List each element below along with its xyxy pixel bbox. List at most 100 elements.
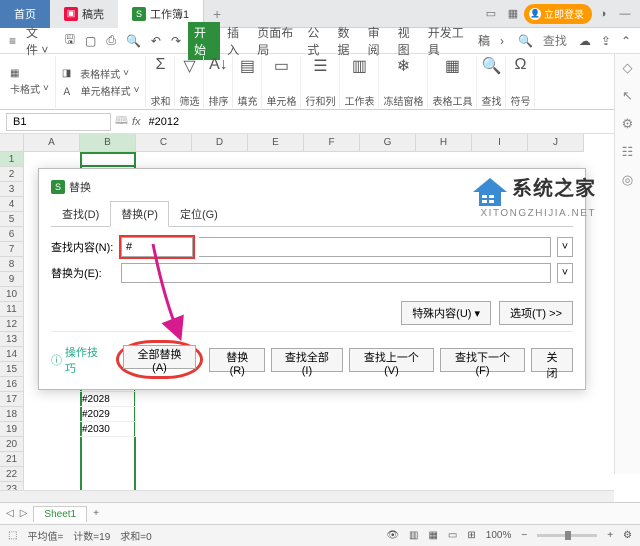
col-header-D[interactable]: D bbox=[192, 134, 248, 152]
formula-input[interactable] bbox=[145, 116, 634, 128]
row-header[interactable]: 19 bbox=[0, 422, 24, 437]
tb-save-icon[interactable]: 🖫 bbox=[62, 28, 78, 53]
rowcol-group[interactable]: ☰行和列 bbox=[301, 56, 340, 108]
view-normal-icon[interactable]: ▦ bbox=[428, 530, 437, 541]
row-header[interactable]: 12 bbox=[0, 317, 24, 332]
sheet-nav-next-icon[interactable]: ▷ bbox=[20, 508, 28, 519]
row-header[interactable]: 1 bbox=[0, 152, 24, 167]
sheet-add-icon[interactable]: + bbox=[93, 508, 99, 519]
sheet-tab[interactable]: Sheet1 bbox=[33, 506, 87, 522]
find-next-button[interactable]: 查找下一个(F) bbox=[440, 348, 525, 372]
select-all-corner[interactable] bbox=[0, 134, 24, 152]
zoom-level[interactable]: 100% bbox=[486, 530, 512, 541]
row-header[interactable]: 2 bbox=[0, 167, 24, 182]
fx-cancel-icon[interactable]: 🕮 bbox=[115, 112, 128, 131]
menu-layout[interactable]: 页面布局 bbox=[254, 22, 300, 60]
minimize-icon[interactable]: — bbox=[614, 3, 636, 25]
row-header[interactable]: 22 bbox=[0, 467, 24, 482]
symbol-group[interactable]: Ω符号 bbox=[506, 56, 535, 108]
tab-gaoqiao[interactable]: ▣ 稿壳 bbox=[50, 0, 118, 28]
freeze-group[interactable]: ❄冻结窗格 bbox=[379, 56, 428, 108]
find-group[interactable]: 🔍查找 bbox=[477, 56, 506, 108]
menu-overflow-icon[interactable]: › bbox=[497, 32, 507, 50]
fill-group[interactable]: ▤填充 bbox=[233, 56, 262, 108]
file-menu[interactable]: 文件 ˅ bbox=[23, 22, 58, 60]
menu-insert[interactable]: 插入 bbox=[224, 22, 250, 60]
row-header[interactable]: 10 bbox=[0, 287, 24, 302]
search-icon[interactable]: 🔍 bbox=[515, 32, 536, 50]
active-cell[interactable] bbox=[80, 152, 136, 167]
tb-redo-icon[interactable]: ↷ bbox=[168, 32, 184, 50]
col-header-C[interactable]: C bbox=[136, 134, 192, 152]
sheet-group[interactable]: ▥工作表 bbox=[340, 56, 379, 108]
side-diamond-icon[interactable]: ◇ bbox=[623, 60, 633, 76]
col-header-F[interactable]: F bbox=[304, 134, 360, 152]
row-header[interactable]: 6 bbox=[0, 227, 24, 242]
cell-group[interactable]: ▭单元格 bbox=[262, 56, 301, 108]
row-header[interactable]: 8 bbox=[0, 257, 24, 272]
view-ruler-icon[interactable]: ▥ bbox=[409, 530, 418, 541]
name-box[interactable]: B1 bbox=[6, 113, 111, 131]
row-header[interactable]: 4 bbox=[0, 197, 24, 212]
replace-dropdown-icon[interactable]: ˅ bbox=[557, 263, 573, 283]
col-header-A[interactable]: A bbox=[24, 134, 80, 152]
row-header[interactable]: 5 bbox=[0, 212, 24, 227]
format-cells[interactable]: ▦ bbox=[10, 68, 49, 79]
col-header-I[interactable]: I bbox=[472, 134, 528, 152]
col-header-B[interactable]: B bbox=[80, 134, 136, 152]
row-header[interactable]: 17 bbox=[0, 392, 24, 407]
cell[interactable]: #2030 bbox=[80, 422, 136, 437]
find-dropdown-icon[interactable]: ˅ bbox=[557, 237, 573, 257]
options-button[interactable]: 选项(T) >> bbox=[499, 301, 573, 325]
menu-data[interactable]: 数据 bbox=[334, 22, 360, 60]
row-header[interactable]: 14 bbox=[0, 347, 24, 362]
format-label[interactable]: 卡格式˅ bbox=[10, 81, 49, 96]
replace-all-button[interactable]: 全部替换(A) bbox=[123, 345, 196, 369]
find-prev-button[interactable]: 查找上一个(V) bbox=[349, 348, 434, 372]
title-list-icon[interactable]: ▭ bbox=[480, 3, 502, 25]
status-settings-icon[interactable]: ⚙ bbox=[623, 530, 632, 541]
tip-link[interactable]: ⓘ操作技巧 bbox=[51, 344, 104, 376]
theme-icon[interactable]: ◑ bbox=[592, 3, 614, 25]
find-all-button[interactable]: 查找全部(I) bbox=[271, 348, 343, 372]
col-header-J[interactable]: J bbox=[528, 134, 584, 152]
row-header[interactable]: 20 bbox=[0, 437, 24, 452]
menu-formula[interactable]: 公式 bbox=[304, 22, 330, 60]
replace-input[interactable] bbox=[121, 263, 551, 283]
tab-add[interactable]: + bbox=[204, 6, 230, 22]
row-header[interactable]: 16 bbox=[0, 377, 24, 392]
row-header[interactable]: 7 bbox=[0, 242, 24, 257]
row-header[interactable]: 21 bbox=[0, 452, 24, 467]
zoom-in-icon[interactable]: + bbox=[607, 530, 613, 541]
row-header[interactable]: 9 bbox=[0, 272, 24, 287]
row-header[interactable]: 3 bbox=[0, 182, 24, 197]
row-header[interactable]: 11 bbox=[0, 302, 24, 317]
title-grid-icon[interactable]: ▦ bbox=[502, 3, 524, 25]
col-header-H[interactable]: H bbox=[416, 134, 472, 152]
collapse-ribbon-icon[interactable]: ⌃ bbox=[618, 32, 634, 50]
cell-style[interactable]: Ａ 单元格样式˅ bbox=[62, 83, 140, 98]
tab-find[interactable]: 查找(D) bbox=[51, 201, 110, 227]
tab-replace[interactable]: 替换(P) bbox=[110, 201, 169, 227]
tb-undo-icon[interactable]: ↶ bbox=[148, 32, 164, 50]
menu-start[interactable]: 开始 bbox=[188, 22, 220, 60]
tb-print-icon[interactable]: ⎙ bbox=[103, 31, 119, 50]
row-header[interactable]: 18 bbox=[0, 407, 24, 422]
sheet-nav-prev-icon[interactable]: ◁ bbox=[6, 508, 14, 519]
col-header-E[interactable]: E bbox=[248, 134, 304, 152]
menu-icon[interactable]: ≡ bbox=[6, 32, 19, 50]
replace-button[interactable]: 替换(R) bbox=[209, 348, 265, 372]
status-mode-icon[interactable]: ⬚ bbox=[8, 530, 17, 541]
zoom-slider[interactable] bbox=[537, 534, 597, 537]
row-header[interactable]: 13 bbox=[0, 332, 24, 347]
fx-icon[interactable]: fx bbox=[132, 116, 141, 128]
view-page-icon[interactable]: ▭ bbox=[448, 530, 457, 541]
horizontal-scrollbar[interactable] bbox=[0, 490, 614, 502]
special-button[interactable]: 特殊内容(U) ▾ bbox=[401, 301, 491, 325]
search-input[interactable] bbox=[540, 32, 572, 50]
tab-goto[interactable]: 定位(G) bbox=[169, 201, 229, 227]
sum-group[interactable]: Σ求和 bbox=[146, 56, 175, 108]
table-tools-group[interactable]: ▦表格工具 bbox=[428, 56, 477, 108]
col-header-G[interactable]: G bbox=[360, 134, 416, 152]
sort-group[interactable]: A↓排序 bbox=[204, 56, 233, 108]
